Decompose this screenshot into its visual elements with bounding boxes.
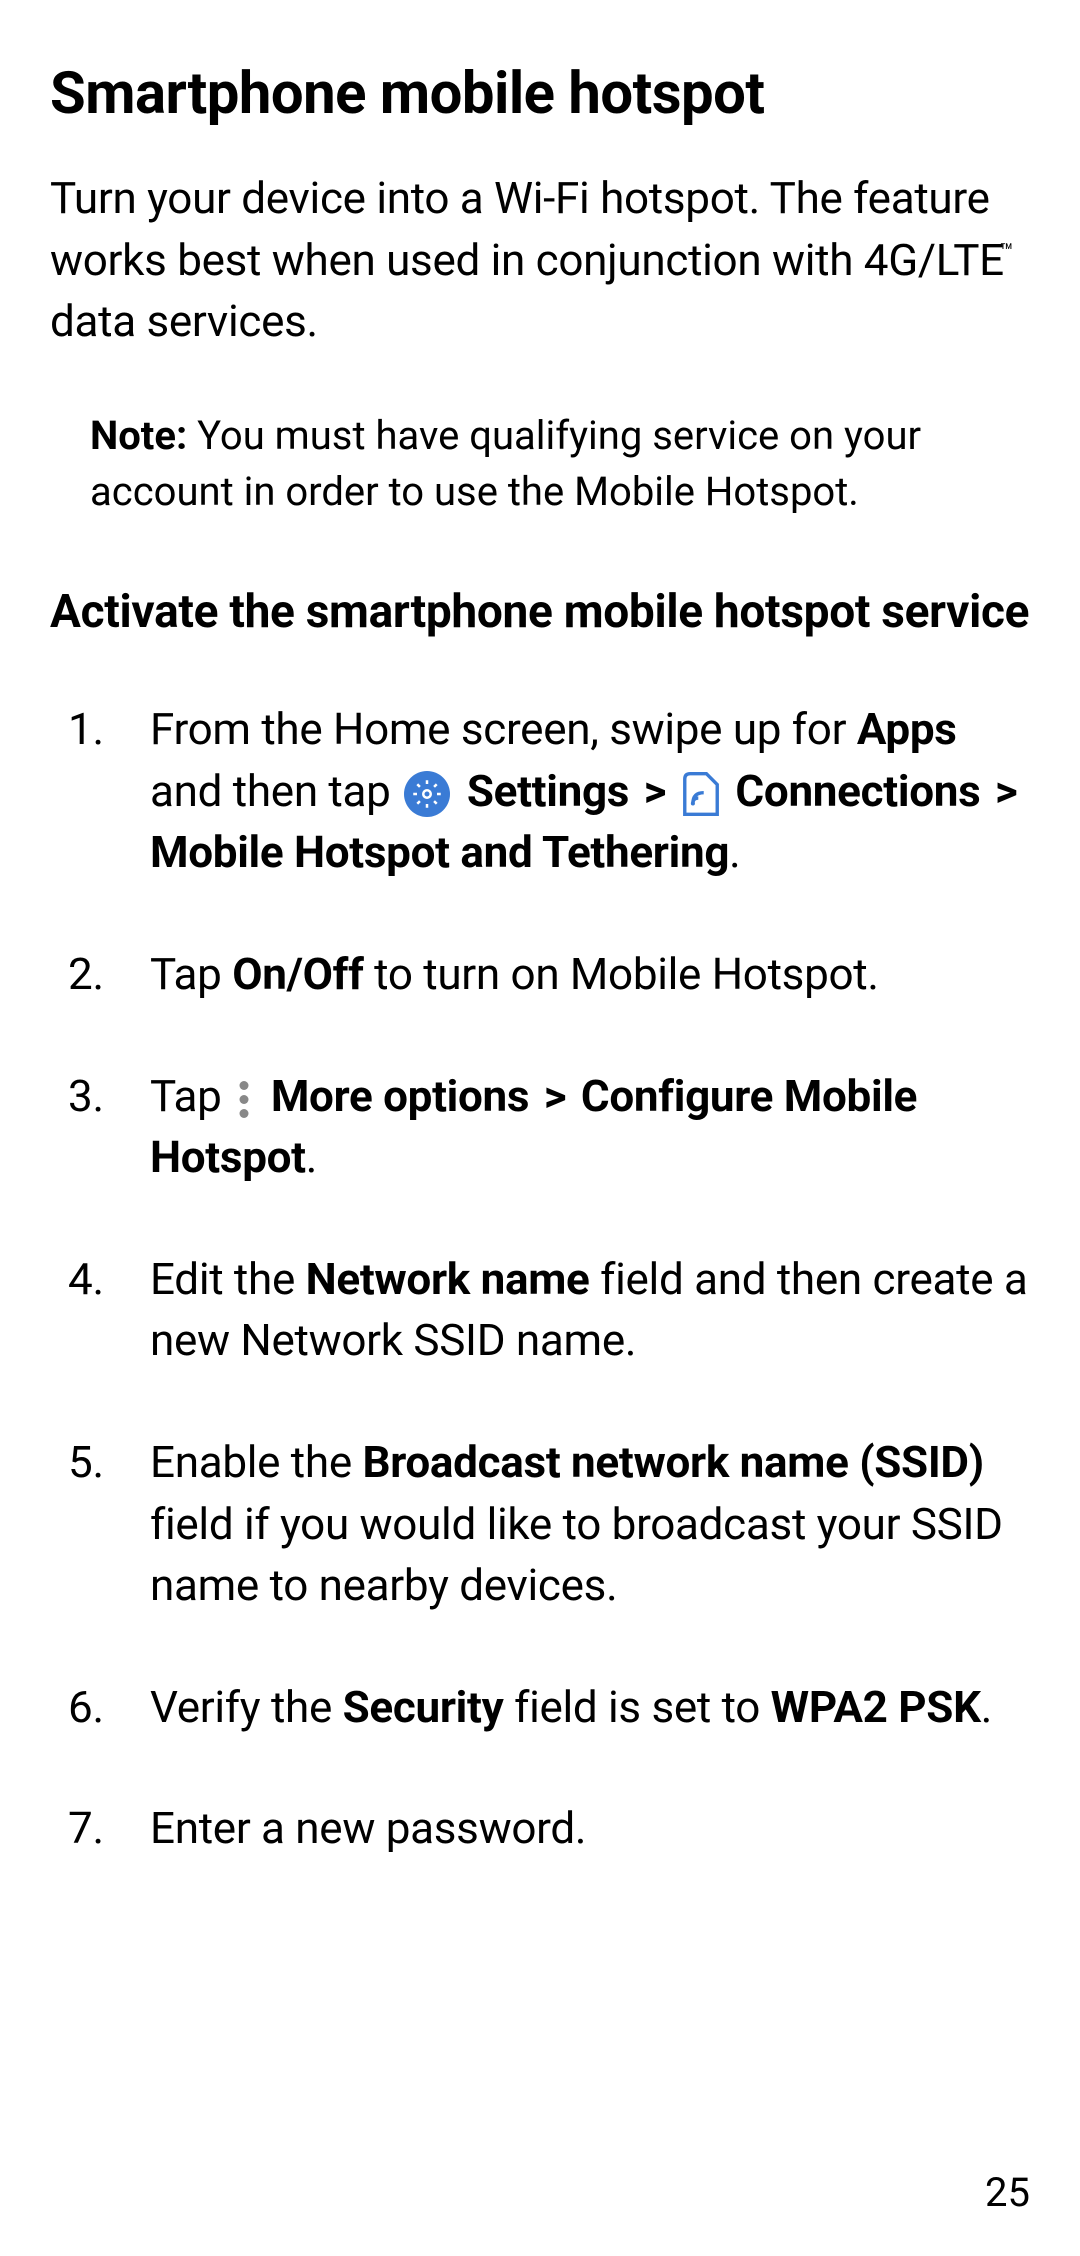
step-4-text-1: Edit the xyxy=(150,1253,306,1305)
step-1-text-1: From the Home screen, swipe up for xyxy=(150,703,857,755)
step-6-period: . xyxy=(981,1681,992,1733)
step-5: Enable the Broadcast network name (SSID)… xyxy=(50,1432,1030,1617)
step-6-text-1: Verify the xyxy=(150,1681,343,1733)
step-1-apps: Apps xyxy=(857,703,957,755)
step-4: Edit the Network name field and then cre… xyxy=(50,1249,1030,1372)
step-1-settings: Settings xyxy=(456,765,629,817)
page-heading: Smartphone mobile hotspot xyxy=(50,60,1030,128)
step-3: Tap More options > Configure Mobile Hots… xyxy=(50,1066,1030,1189)
step-6-text-2: field is set to xyxy=(503,1681,770,1733)
step-1-mobilehotspot: Mobile Hotspot and Tethering xyxy=(150,826,729,878)
chevron-icon: > xyxy=(644,765,666,817)
step-3-period: . xyxy=(306,1131,317,1183)
step-5-text-1: Enable the xyxy=(150,1436,362,1488)
step-6-wpa: WPA2 PSK xyxy=(771,1681,981,1733)
step-5-broadcast: Broadcast network name (SSID) xyxy=(362,1436,983,1488)
step-1-period: . xyxy=(729,826,740,878)
intro-paragraph: Turn your device into a Wi-Fi hotspot. T… xyxy=(50,168,1030,353)
chevron-icon: > xyxy=(544,1070,566,1122)
step-6: Verify the Security field is set to WPA2… xyxy=(50,1677,1030,1739)
step-2-onoff: On/Off xyxy=(232,948,363,1000)
steps-list: From the Home screen, swipe up for Apps … xyxy=(50,699,1030,1860)
page-number: 25 xyxy=(985,2169,1030,2216)
step-2-text-2: to turn on Mobile Hotspot. xyxy=(364,948,879,1000)
section-heading: Activate the smartphone mobile hotspot s… xyxy=(50,580,1030,644)
step-3-more: More options xyxy=(260,1070,529,1122)
intro-text-1: Turn your device into a Wi-Fi hotspot. T… xyxy=(50,172,1004,286)
step-5-text-2: field if you would like to broadcast you… xyxy=(150,1498,1003,1612)
step-1-connections: Connections xyxy=(725,765,981,817)
step-4-netname: Network name xyxy=(306,1253,590,1305)
step-7-text-1: Enter a new password. xyxy=(150,1802,586,1854)
step-7: Enter a new password. xyxy=(50,1798,1030,1860)
step-6-security: Security xyxy=(343,1681,504,1733)
step-2-text-1: Tap xyxy=(150,948,232,1000)
trademark-symbol: ™ xyxy=(1000,240,1013,265)
note-label: Note: xyxy=(90,412,187,459)
step-2: Tap On/Off to turn on Mobile Hotspot. xyxy=(50,944,1030,1006)
step-1-text-2: and then tap xyxy=(150,765,401,817)
step-3-text-1: Tap xyxy=(150,1070,232,1122)
connections-icon xyxy=(681,771,721,817)
settings-icon xyxy=(404,771,450,817)
note-block: Note: You must have qualifying service o… xyxy=(50,408,1030,520)
step-1: From the Home screen, swipe up for Apps … xyxy=(50,699,1030,884)
more-options-icon xyxy=(236,1077,252,1121)
intro-text-2: data services. xyxy=(50,295,318,347)
note-text: You must have qualifying service on your… xyxy=(90,412,921,515)
chevron-icon: > xyxy=(995,765,1017,817)
